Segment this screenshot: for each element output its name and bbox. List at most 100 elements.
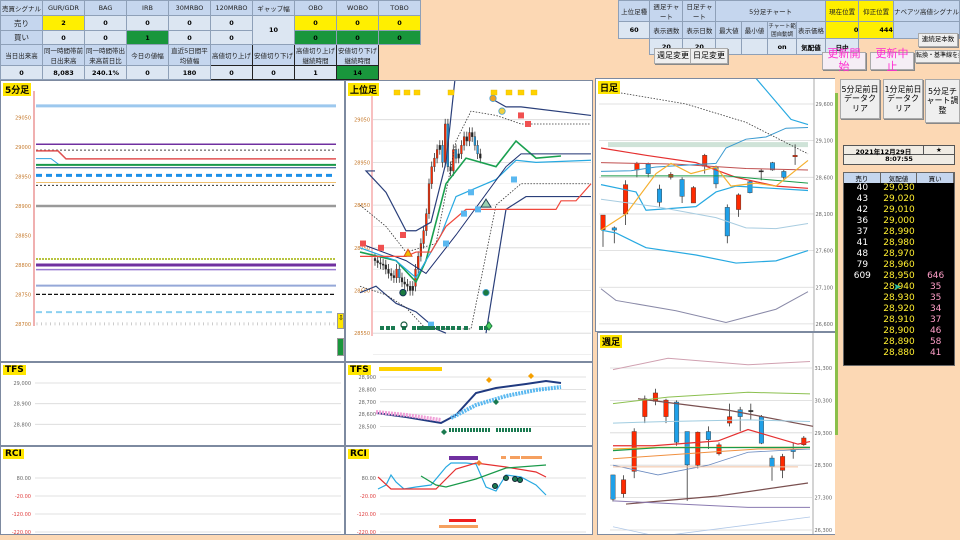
auto-range-value[interactable]: on bbox=[766, 38, 798, 55]
book-row[interactable]: 28,900 46 bbox=[844, 326, 954, 337]
y-tick-label: 28550 bbox=[354, 331, 370, 337]
y-tick-label: 29,300 bbox=[815, 431, 833, 437]
candle bbox=[476, 145, 479, 155]
chart-upper[interactable]: 上位足 29050 28950 28850 28750 28650 28550 bbox=[345, 80, 593, 362]
signal-bar bbox=[447, 89, 455, 96]
y-tick-label: -120.00 bbox=[12, 512, 31, 518]
tenkan-kijun-button[interactable]: 転換・基準線を描く bbox=[915, 50, 960, 63]
signal-marker bbox=[400, 231, 406, 238]
signal-marker bbox=[431, 326, 435, 330]
book-bid: 41 bbox=[929, 348, 942, 358]
book-ask bbox=[844, 337, 881, 348]
book-row[interactable]: 43 29,020 bbox=[844, 194, 954, 205]
book-ask: 42 bbox=[856, 205, 869, 215]
stop-update-button[interactable]: 更新中止 bbox=[870, 48, 914, 73]
chart-weekly[interactable]: 週足 31,300 30,300 29,300 28,300 27,300 26,300 bbox=[597, 332, 835, 535]
consecutive-bars-button[interactable]: 連続足本数 bbox=[918, 33, 958, 47]
book-row[interactable]: 41 28,980 bbox=[844, 238, 954, 249]
book-row[interactable]: 37 28,990 bbox=[844, 227, 954, 238]
book-ask bbox=[844, 293, 881, 304]
scroll-up-arrow-icon[interactable] bbox=[337, 338, 344, 356]
stats-header: 今日の値幅 bbox=[126, 44, 169, 66]
sell-gur: 2 bbox=[42, 15, 85, 31]
book-bid: 37 bbox=[929, 315, 942, 325]
buy-bag: 0 bbox=[84, 30, 127, 45]
signal-marker bbox=[464, 326, 468, 330]
candle bbox=[430, 166, 433, 184]
empty-cell bbox=[619, 39, 650, 55]
book-row[interactable]: 42 29,010 bbox=[844, 205, 954, 216]
signal-marker bbox=[436, 326, 440, 330]
candle bbox=[395, 268, 398, 278]
chart-daily[interactable]: 日足 29,600 29,100 28,600 28,100 27,600 27,100 26… bbox=[595, 78, 835, 332]
candle bbox=[471, 132, 474, 137]
candle bbox=[479, 153, 482, 159]
book-row[interactable]: 28,930 35 bbox=[844, 293, 954, 304]
sell-tobo: 0 bbox=[378, 15, 421, 31]
book-row[interactable]: 28,890 58 bbox=[844, 337, 954, 348]
book-ask: 37 bbox=[856, 227, 869, 237]
book-ask: 40 bbox=[856, 183, 869, 193]
indicator-line bbox=[612, 419, 811, 424]
book-row[interactable]: 28,920 34 bbox=[844, 304, 954, 315]
label-max: 最大値 bbox=[715, 21, 743, 39]
daily-change-button[interactable]: 日足変更 bbox=[690, 48, 728, 64]
candle bbox=[425, 213, 428, 231]
indicator-line bbox=[600, 229, 809, 264]
current-pos-value[interactable]: 0 bbox=[824, 21, 860, 39]
book-row[interactable]: 79 28,960 bbox=[844, 260, 954, 271]
scroll-down-arrow-icon[interactable]: ⇩ bbox=[337, 313, 344, 329]
book-bid: 58 bbox=[929, 337, 942, 347]
book-price: 29,000 bbox=[883, 216, 915, 226]
signal-bar bbox=[393, 89, 401, 96]
chart-rci-left[interactable]: RCI 80.00 -20.00 -120.00 -220.00 bbox=[0, 446, 345, 535]
diamond-icon bbox=[528, 373, 534, 379]
book-row[interactable]: 28,880 41 bbox=[844, 348, 954, 359]
candle bbox=[403, 281, 406, 285]
y-tick-label: 80.00 bbox=[362, 476, 376, 482]
chart-canvas: 28,900 28,800 28,700 28,600 28,500 bbox=[359, 367, 586, 435]
start-update-button[interactable]: 更新開始 bbox=[822, 48, 866, 73]
book-header-bid: 買い bbox=[917, 173, 955, 183]
book-row[interactable]: 609 28,950 646 bbox=[844, 271, 954, 282]
upper-type-value[interactable]: 60 bbox=[617, 21, 651, 39]
y-tick-label: 80.00 bbox=[17, 476, 31, 482]
y-tick-label: 28,700 bbox=[359, 400, 377, 406]
chart-title: 5分足 bbox=[3, 83, 32, 96]
adjust-5min-button[interactable]: 5分足チャート調整 bbox=[925, 79, 960, 123]
label-days: 表示日数 bbox=[682, 21, 717, 39]
label-price: 表示価格 bbox=[796, 21, 826, 39]
clear-5min-button[interactable]: 5分足前日データクリア bbox=[840, 79, 880, 119]
sell-wobo: 0 bbox=[336, 15, 379, 31]
book-bid bbox=[917, 205, 954, 216]
chart-tfs-left[interactable]: TFS 29,000 28,900 28,800 bbox=[0, 362, 345, 446]
y-tick-label: 29050 bbox=[354, 118, 370, 124]
y-tick-label: 26,600 bbox=[816, 322, 834, 328]
candle bbox=[674, 401, 680, 443]
book-row[interactable]: 36 29,000 bbox=[844, 216, 954, 227]
chart-5min[interactable]: 5分足 29050 29000 28950 28900 28850 28800 28750 28… bbox=[0, 80, 345, 362]
candle bbox=[631, 431, 637, 472]
y-tick-label: 28,900 bbox=[359, 375, 377, 381]
chart-canvas: 31,300 30,300 29,300 28,300 27,300 26,300 bbox=[610, 333, 833, 534]
y-tick-label: 28900 bbox=[15, 204, 31, 210]
header-120mrbo: 120MRBO bbox=[210, 0, 253, 16]
y-tick-label: 27,600 bbox=[816, 249, 834, 255]
candle bbox=[780, 456, 786, 471]
book-row[interactable]: 40 29,030 bbox=[844, 183, 954, 194]
weekly-change-button[interactable]: 週足変更 bbox=[654, 48, 692, 64]
buy-gur: 0 bbox=[42, 30, 85, 45]
chart-rci-right[interactable]: RCI 80.00 -20.00 -120.00 -220.00 bbox=[345, 446, 593, 535]
chart-tfs-right[interactable]: TFS 28,900 28,800 28,700 28,600 28,500 bbox=[345, 362, 593, 446]
book-row[interactable]: 28,910 37 bbox=[844, 315, 954, 326]
chart-title: 日足 bbox=[598, 81, 621, 94]
book-row[interactable]: 48 28,970 bbox=[844, 249, 954, 260]
clear-1min-button[interactable]: 1分足前日データクリア bbox=[883, 79, 923, 119]
candle bbox=[409, 286, 412, 291]
signal-bar bbox=[449, 519, 476, 522]
book-price: 28,970 bbox=[883, 249, 915, 259]
min-value[interactable] bbox=[741, 38, 768, 55]
y-tick-label: -20.00 bbox=[15, 494, 31, 500]
price-mode-value[interactable]: 気配値 bbox=[796, 38, 826, 55]
correct-pos-value[interactable]: 444 bbox=[858, 21, 894, 39]
